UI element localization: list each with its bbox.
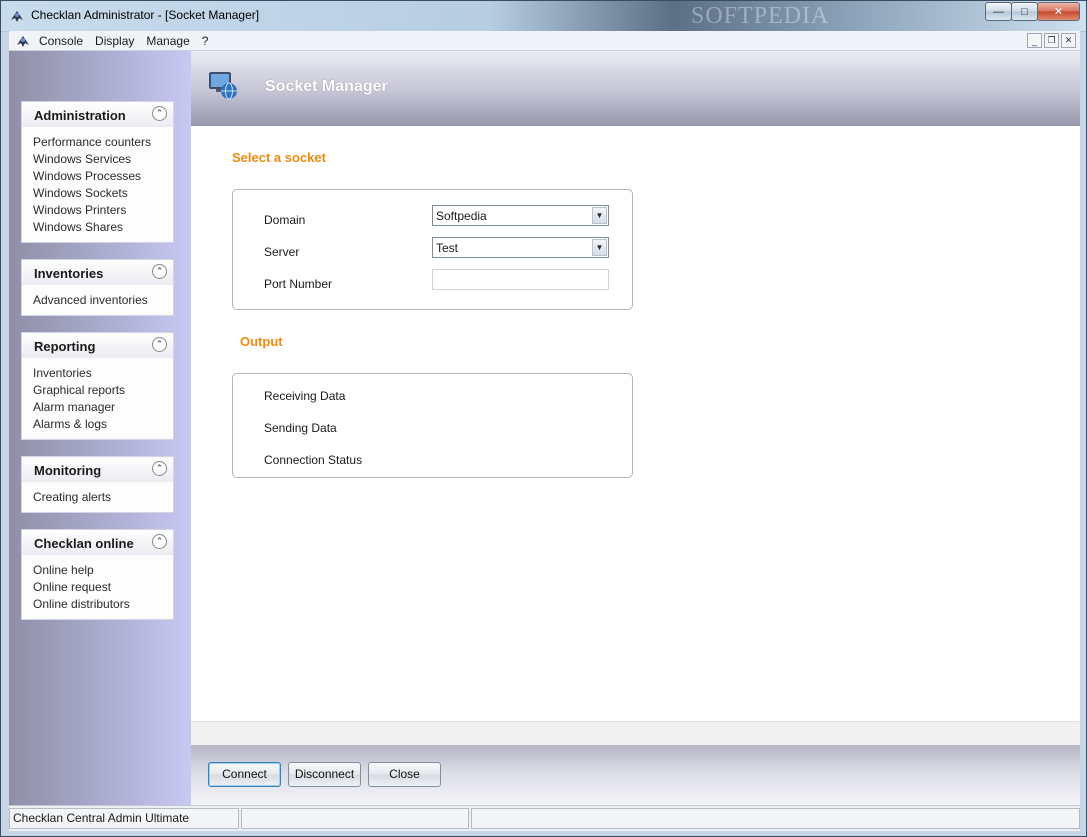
panel-header[interactable]: Reporting ⌃	[22, 333, 173, 358]
app-icon	[11, 11, 23, 22]
collapse-icon[interactable]: ⌃	[152, 106, 167, 121]
main-content: Socket Manager Select a socket Domain So…	[191, 51, 1080, 805]
domain-dropdown[interactable]: Softpedia ▼	[432, 205, 609, 226]
panel-inventories: Inventories ⌃ Advanced inventories	[21, 259, 174, 316]
connect-button[interactable]: Connect	[208, 762, 281, 787]
server-label: Server	[264, 245, 300, 259]
sending-data-label: Sending Data	[264, 421, 337, 435]
sidebar-item-windows-processes[interactable]: Windows Processes	[33, 168, 173, 185]
panel-title: Reporting	[34, 339, 96, 354]
minimize-icon: —	[993, 5, 1004, 18]
page-title: Socket Manager	[265, 78, 388, 95]
menu-manage[interactable]: Manage	[146, 34, 197, 48]
page-header: Socket Manager	[191, 51, 1080, 126]
sidebar-item-online-request[interactable]: Online request	[33, 579, 173, 596]
status-bar: Checklan Central Admin Ultimate	[9, 805, 1080, 831]
mdi-restore-button[interactable]: ❐	[1044, 33, 1059, 48]
panel-checklan-online: Checklan online ⌃ Online help Online req…	[21, 529, 174, 620]
mdi-controls: _ ❐ ✕	[1027, 33, 1076, 48]
output-heading: Output	[240, 334, 283, 349]
sidebar-item-windows-printers[interactable]: Windows Printers	[33, 202, 173, 219]
menu-help[interactable]: ?	[202, 34, 217, 48]
output-group: Receiving Data Sending Data Connection S…	[232, 373, 633, 478]
sidebar-item-online-help[interactable]: Online help	[33, 562, 173, 579]
panel-administration: Administration ⌃ Performance counters Wi…	[21, 101, 174, 243]
panel-monitoring: Monitoring ⌃ Creating alerts	[21, 456, 174, 513]
maximize-button[interactable]: □	[1011, 2, 1038, 21]
mdi-close-button[interactable]: ✕	[1061, 33, 1076, 48]
port-number-label: Port Number	[264, 277, 333, 291]
minimize-icon: _	[1031, 35, 1037, 46]
collapse-icon[interactable]: ⌃	[152, 461, 167, 476]
sidebar-item-windows-services[interactable]: Windows Services	[33, 151, 173, 168]
sidebar-item-creating-alerts[interactable]: Creating alerts	[33, 489, 173, 506]
watermark-text: SOFTPEDIA	[691, 3, 830, 29]
panel-title: Administration	[34, 108, 126, 123]
close-window-button[interactable]: ✕	[1037, 2, 1080, 21]
sidebar-item-windows-shares[interactable]: Windows Shares	[33, 219, 173, 236]
sidebar: Administration ⌃ Performance counters Wi…	[9, 51, 191, 805]
window-title: Checklan Administrator - [Socket Manager…	[31, 8, 260, 22]
sidebar-item-alarms-logs[interactable]: Alarms & logs	[33, 416, 173, 433]
panel-title: Monitoring	[34, 463, 102, 478]
status-cell-2	[241, 808, 469, 829]
connection-status-label: Connection Status	[264, 453, 363, 467]
collapse-icon[interactable]: ⌃	[152, 534, 167, 549]
sidebar-item-alarm-manager[interactable]: Alarm manager	[33, 399, 173, 416]
status-cell-3	[471, 808, 1080, 829]
app-window: Checklan Administrator - [Socket Manager…	[0, 0, 1087, 837]
minimize-button[interactable]: —	[985, 2, 1012, 21]
domain-label: Domain	[264, 213, 306, 227]
chevron-down-icon[interactable]: ▼	[592, 207, 607, 224]
close-icon: ✕	[1064, 35, 1073, 45]
select-socket-group: Domain Softpedia ▼ Server Test ▼ Port Nu…	[232, 189, 633, 310]
sidebar-item-graphical-reports[interactable]: Graphical reports	[33, 382, 173, 399]
chevron-down-icon[interactable]: ▼	[592, 239, 607, 256]
disconnect-button[interactable]: Disconnect	[288, 762, 361, 787]
window-controls: — □ ✕	[985, 2, 1080, 21]
menu-console[interactable]: Console	[39, 34, 91, 48]
app-menu-icon[interactable]	[15, 33, 31, 49]
panel-header[interactable]: Monitoring ⌃	[22, 457, 173, 482]
maximize-icon: □	[1021, 5, 1028, 18]
sidebar-item-windows-sockets[interactable]: Windows Sockets	[33, 185, 173, 202]
network-monitor-icon	[209, 72, 237, 100]
collapse-icon[interactable]: ⌃	[152, 264, 167, 279]
panel-title: Checklan online	[34, 536, 134, 551]
panel-header[interactable]: Administration ⌃	[22, 102, 173, 127]
close-button[interactable]: Close	[368, 762, 441, 787]
sidebar-item-advanced-inventories[interactable]: Advanced inventories	[33, 292, 173, 309]
status-product-name: Checklan Central Admin Ultimate	[9, 808, 239, 829]
panel-reporting: Reporting ⌃ Inventories Graphical report…	[21, 332, 174, 440]
mdi-minimize-button[interactable]: _	[1027, 33, 1042, 48]
content-footer-strip	[191, 721, 1080, 745]
select-socket-heading: Select a socket	[232, 150, 326, 165]
close-icon: ✕	[1053, 6, 1064, 18]
restore-icon: ❐	[1047, 35, 1056, 45]
server-value: Test	[436, 241, 459, 255]
panel-header[interactable]: Checklan online ⌃	[22, 530, 173, 555]
panel-title: Inventories	[34, 266, 104, 281]
receiving-data-label: Receiving Data	[264, 389, 346, 403]
menu-display[interactable]: Display	[95, 34, 142, 48]
sidebar-item-inventories[interactable]: Inventories	[33, 365, 173, 382]
button-bar: Connect Disconnect Close	[191, 745, 1080, 805]
domain-value: Softpedia	[436, 209, 487, 223]
sidebar-item-performance-counters[interactable]: Performance counters	[33, 134, 173, 151]
panel-header[interactable]: Inventories ⌃	[22, 260, 173, 285]
server-dropdown[interactable]: Test ▼	[432, 237, 609, 258]
collapse-icon[interactable]: ⌃	[152, 337, 167, 352]
port-number-field[interactable]	[432, 269, 609, 290]
sidebar-item-online-distributors[interactable]: Online distributors	[33, 596, 173, 613]
menu-bar: Console Display Manage ? _ ❐ ✕	[9, 31, 1080, 51]
title-bar: Checklan Administrator - [Socket Manager…	[1, 1, 1086, 31]
